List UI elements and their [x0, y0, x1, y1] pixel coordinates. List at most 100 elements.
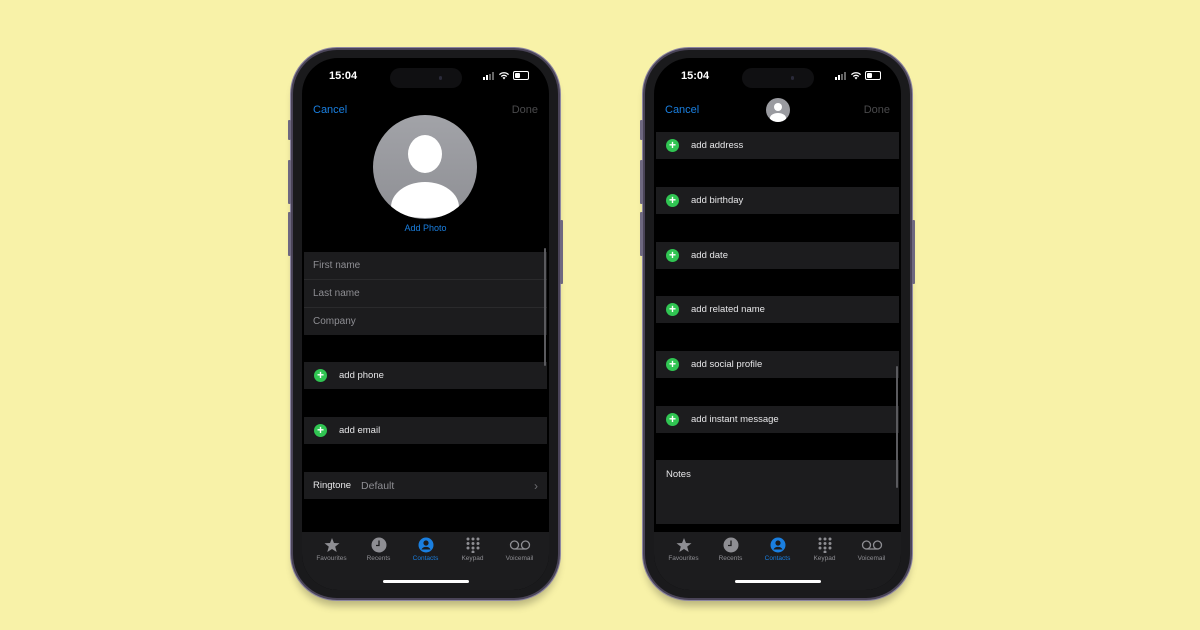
tab-voicemail[interactable]: Voicemail — [848, 537, 895, 562]
add-social-profile-row[interactable]: + add social profile — [656, 351, 899, 378]
clock-icon — [371, 537, 386, 553]
cellular-signal-icon — [483, 71, 495, 80]
ringtone-row[interactable]: Ringtone Default › — [304, 472, 547, 499]
add-instant-message-row[interactable]: + add instant message — [656, 406, 899, 433]
add-birthday-label: add birthday — [691, 195, 744, 206]
battery-icon — [513, 71, 529, 80]
add-icon: + — [666, 139, 679, 152]
ringtone-value: Default — [361, 479, 395, 492]
done-button[interactable]: Done — [864, 104, 890, 116]
new-contact-screen-scrolled: 15:04 Cancel Done + add address + add birt… — [654, 58, 901, 590]
tab-keypad[interactable]: Keypad — [801, 537, 848, 562]
contact-avatar-small[interactable] — [765, 98, 790, 122]
tab-bar: Favourites Recents Contacts Keypad Voice… — [302, 532, 549, 590]
cancel-button[interactable]: Cancel — [665, 104, 699, 116]
tab-label: Favourites — [668, 555, 699, 562]
add-icon: + — [666, 194, 679, 207]
action-button — [640, 120, 643, 140]
tab-keypad[interactable]: Keypad — [449, 537, 496, 562]
new-contact-screen: 15:04 Cancel Done Add Photo First name L… — [302, 58, 549, 590]
tab-recents[interactable]: Recents — [355, 537, 402, 562]
person-circle-icon — [770, 537, 785, 553]
chevron-right-icon: › — [534, 478, 538, 493]
add-related-name-label: add related name — [691, 304, 765, 315]
volume-down-button — [640, 212, 643, 256]
tab-favourites[interactable]: Favourites — [660, 537, 707, 562]
add-icon: + — [314, 424, 327, 437]
tab-contacts[interactable]: Contacts — [754, 537, 801, 562]
tab-contacts[interactable]: Contacts — [402, 537, 449, 562]
add-phone-row[interactable]: + add phone — [304, 362, 547, 389]
add-icon: + — [314, 369, 327, 382]
name-fields-group: First name Last name Company — [304, 252, 547, 335]
add-phone-label: add phone — [339, 370, 384, 381]
scrollbar[interactable] — [544, 248, 546, 366]
wifi-icon — [499, 71, 509, 79]
status-bar: 15:04 — [654, 58, 901, 92]
tab-favourites[interactable]: Favourites — [308, 537, 355, 562]
contact-avatar-placeholder[interactable] — [373, 115, 477, 219]
scrollbar[interactable] — [896, 366, 898, 488]
tab-label: Contacts — [764, 555, 791, 562]
home-indicator[interactable] — [734, 580, 821, 583]
tab-label: Favourites — [316, 555, 347, 562]
add-address-label: add address — [691, 140, 744, 151]
dynamic-island — [741, 68, 814, 88]
add-email-row[interactable]: + add email — [304, 417, 547, 444]
tab-recents[interactable]: Recents — [707, 537, 754, 562]
notes-field[interactable]: Notes — [656, 460, 899, 524]
add-date-label: add date — [691, 250, 728, 261]
keypad-icon — [818, 537, 831, 553]
last-name-field[interactable]: Last name — [304, 280, 547, 308]
done-button[interactable]: Done — [512, 104, 538, 116]
tab-label: Voicemail — [857, 555, 886, 562]
nav-bar: Cancel Done — [654, 98, 901, 126]
add-social-profile-label: add social profile — [691, 359, 763, 370]
add-email-label: add email — [339, 425, 381, 436]
add-icon: + — [666, 358, 679, 371]
home-indicator[interactable] — [382, 580, 469, 583]
status-bar: 15:04 — [302, 58, 549, 92]
add-photo-button[interactable]: Add Photo — [302, 223, 549, 233]
tab-label: Recents — [366, 555, 391, 562]
tab-bar: Favourites Recents Contacts Keypad Voice… — [654, 532, 901, 590]
action-button — [288, 120, 291, 140]
add-icon: + — [666, 249, 679, 262]
notes-label: Notes — [666, 469, 691, 480]
tab-label: Recents — [718, 555, 743, 562]
ringtone-label: Ringtone — [313, 480, 352, 491]
keypad-icon — [466, 537, 479, 553]
add-instant-message-label: add instant message — [691, 414, 779, 425]
status-time: 15:04 — [329, 70, 358, 82]
add-address-row[interactable]: + add address — [656, 132, 899, 159]
add-related-name-row[interactable]: + add related name — [656, 296, 899, 323]
dynamic-island — [389, 68, 462, 88]
person-circle-icon — [418, 537, 433, 553]
company-field[interactable]: Company — [304, 308, 547, 335]
status-time: 15:04 — [681, 70, 710, 82]
volume-down-button — [288, 212, 291, 256]
add-date-row[interactable]: + add date — [656, 242, 899, 269]
star-icon — [324, 538, 339, 552]
tab-voicemail[interactable]: Voicemail — [496, 537, 543, 562]
power-button — [560, 220, 563, 284]
cancel-button[interactable]: Cancel — [313, 104, 347, 116]
volume-up-button — [640, 160, 643, 204]
add-birthday-row[interactable]: + add birthday — [656, 187, 899, 214]
wifi-icon — [851, 71, 861, 79]
tab-label: Keypad — [813, 555, 836, 562]
voicemail-icon — [861, 540, 882, 550]
voicemail-icon — [509, 540, 530, 550]
star-icon — [676, 538, 691, 552]
first-name-field[interactable]: First name — [304, 252, 547, 280]
volume-up-button — [288, 160, 291, 204]
battery-icon — [865, 71, 881, 80]
cellular-signal-icon — [835, 71, 847, 80]
tab-label: Voicemail — [505, 555, 534, 562]
tab-label: Keypad — [461, 555, 484, 562]
add-icon: + — [666, 413, 679, 426]
clock-icon — [723, 537, 738, 553]
add-icon: + — [666, 303, 679, 316]
power-button — [912, 220, 915, 284]
phone-left: 15:04 Cancel Done Add Photo First name L… — [288, 50, 563, 598]
